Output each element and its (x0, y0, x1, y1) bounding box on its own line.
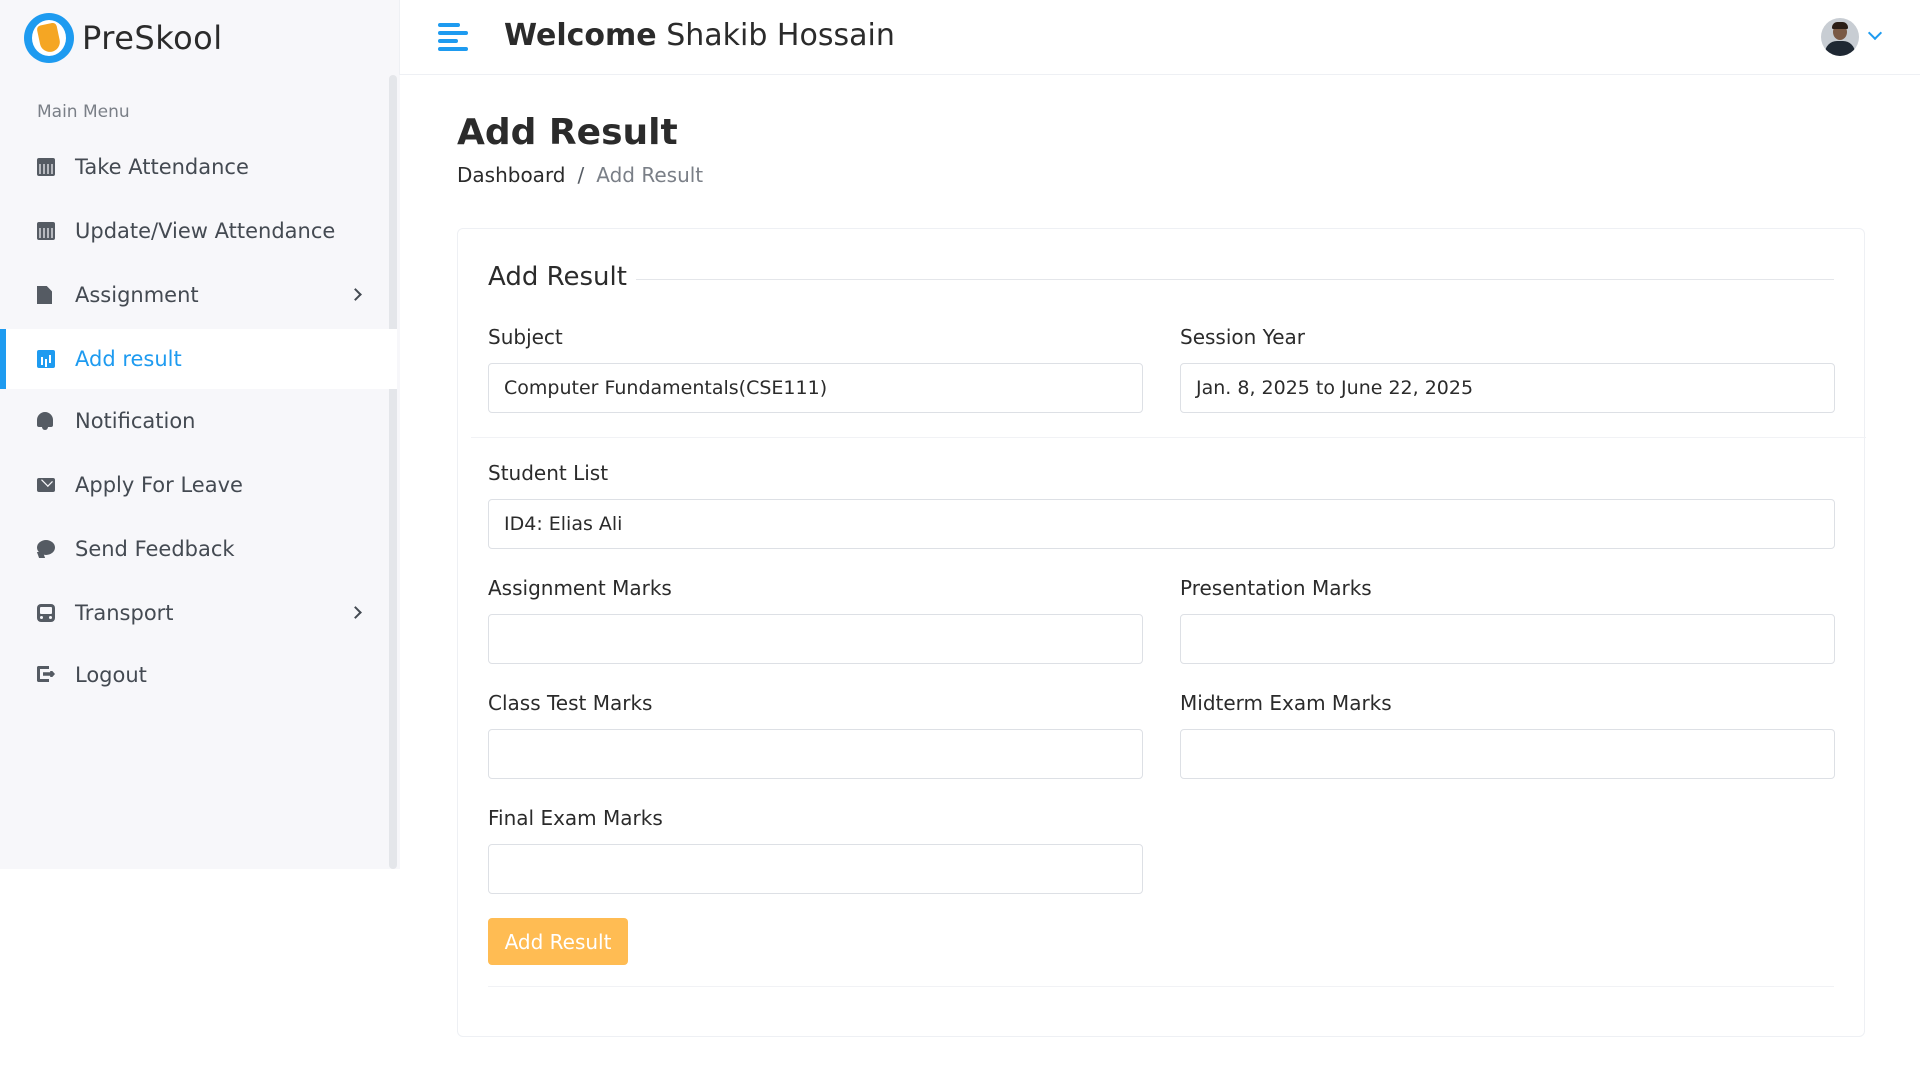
sidebar-item-label: Notification (75, 409, 196, 433)
subject-select[interactable]: Computer Fundamentals(CSE111) (488, 363, 1143, 413)
sidebar-item-label: Update/View Attendance (75, 219, 336, 243)
sidebar-item-take-attendance[interactable]: Take Attendance (0, 137, 397, 197)
final-exam-marks-input[interactable] (488, 844, 1143, 894)
logout-icon (37, 666, 49, 682)
final-exam-marks-label: Final Exam Marks (488, 806, 663, 830)
breadcrumb-separator: / (577, 163, 585, 187)
presentation-marks-input[interactable] (1180, 614, 1835, 664)
sidebar-item-apply-for-leave[interactable]: Apply For Leave (0, 455, 397, 515)
session-year-label: Session Year (1180, 325, 1306, 349)
sidebar-item-notification[interactable]: Notification (0, 391, 397, 451)
chevron-right-icon (349, 606, 362, 619)
midterm-exam-marks-label: Midterm Exam Marks (1180, 691, 1392, 715)
add-result-card: Add Result Subject Computer Fundamentals… (457, 228, 1866, 1037)
sidebar-item-label: Apply For Leave (75, 473, 243, 497)
sidebar-item-logout[interactable]: Logout (0, 645, 397, 705)
envelope-icon (37, 478, 55, 492)
presentation-marks-label: Presentation Marks (1180, 576, 1372, 600)
section-divider (471, 437, 1866, 438)
sidebar-item-label: Transport (75, 601, 174, 625)
add-result-button[interactable]: Add Result (488, 918, 628, 965)
chevron-right-icon (349, 288, 362, 301)
logo-icon (24, 12, 74, 63)
user-name: Shakib Hossain (666, 18, 895, 53)
sidebar-item-add-result[interactable]: Add result (0, 329, 397, 389)
bell-icon (37, 412, 53, 430)
sidebar-item-label: Logout (75, 663, 147, 687)
subject-label: Subject (488, 325, 563, 349)
welcome-message: Welcome Shakib Hossain (504, 18, 895, 53)
top-header: PreSkool Welcome Shakib Hossain (0, 0, 1920, 75)
breadcrumb: Dashboard / Add Result (457, 163, 703, 187)
sidebar: Main Menu Take Attendance Update/View At… (0, 75, 400, 869)
midterm-exam-marks-input[interactable] (1180, 729, 1835, 779)
chat-icon (37, 540, 55, 555)
app-name: PreSkool (82, 18, 223, 57)
chevron-down-icon[interactable] (1867, 25, 1883, 41)
legend-divider (636, 279, 1834, 280)
breadcrumb-dashboard-link[interactable]: Dashboard (457, 163, 566, 187)
sidebar-item-transport[interactable]: Transport (0, 583, 397, 643)
class-test-marks-label: Class Test Marks (488, 691, 653, 715)
calendar-icon (37, 158, 55, 176)
file-icon (37, 286, 52, 304)
session-year-select[interactable]: Jan. 8, 2025 to June 22, 2025 (1180, 363, 1835, 413)
sidebar-item-label: Assignment (75, 283, 199, 307)
bus-icon (37, 604, 55, 622)
page-title: Add Result (457, 112, 678, 153)
menu-toggle-icon[interactable] (438, 23, 468, 51)
form-legend: Add Result (488, 262, 627, 292)
breadcrumb-current: Add Result (596, 163, 704, 187)
assignment-marks-input[interactable] (488, 614, 1143, 664)
student-list-label: Student List (488, 461, 609, 485)
logo-area[interactable]: PreSkool (0, 0, 400, 75)
menu-title: Main Menu (37, 102, 130, 122)
class-test-marks-input[interactable] (488, 729, 1143, 779)
calendar-icon (37, 222, 55, 240)
form-footer-divider (488, 986, 1834, 987)
welcome-label: Welcome (504, 18, 657, 53)
sidebar-item-update-view-attendance[interactable]: Update/View Attendance (0, 201, 397, 261)
sidebar-item-assignment[interactable]: Assignment (0, 265, 397, 325)
sidebar-item-label: Take Attendance (75, 155, 249, 179)
sidebar-item-label: Add result (75, 347, 182, 371)
student-list-select[interactable]: ID4: Elias Ali (488, 499, 1835, 549)
assignment-marks-label: Assignment Marks (488, 576, 672, 600)
chart-icon (37, 350, 55, 368)
sidebar-item-label: Send Feedback (75, 537, 235, 561)
sidebar-item-send-feedback[interactable]: Send Feedback (0, 519, 397, 579)
avatar[interactable] (1821, 18, 1859, 56)
